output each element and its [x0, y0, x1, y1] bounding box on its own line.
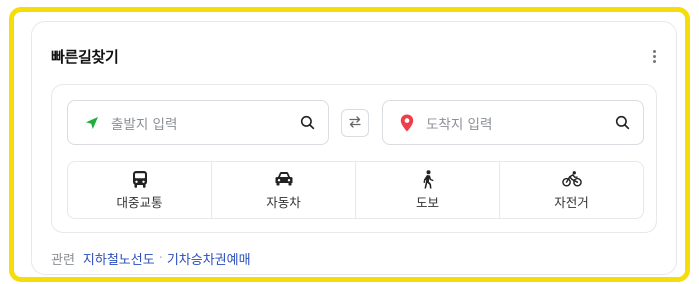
- more-options-icon[interactable]: [646, 46, 662, 66]
- subway-map-link[interactable]: 지하철노선도: [83, 249, 155, 268]
- mode-label: 자전거: [554, 195, 589, 210]
- mode-label: 자동차: [266, 195, 301, 210]
- mode-transit[interactable]: 대중교통: [68, 162, 212, 218]
- start-arrow-icon: [83, 114, 101, 132]
- more-dot: [652, 49, 656, 53]
- route-search-panel: 출발지 입력 도착지 입력 대중교통 자동차 도보 자전거: [51, 84, 657, 233]
- mode-car[interactable]: 자동차: [212, 162, 356, 218]
- link-separator: ·: [158, 251, 163, 266]
- start-input[interactable]: 출발지 입력: [67, 100, 329, 145]
- swap-button[interactable]: [341, 109, 369, 137]
- directions-card: 빠른길찾기 출발지 입력 도착지 입력 대중교통 자동차 도보 자전거 관련 지…: [31, 21, 677, 275]
- swap-arrows-icon: [348, 114, 362, 133]
- destination-pin-icon: [398, 114, 416, 132]
- more-dot: [652, 54, 656, 58]
- start-placeholder: 출발지 입력: [111, 116, 178, 133]
- start-search-icon[interactable]: [298, 114, 316, 132]
- car-icon: [274, 169, 294, 189]
- train-ticket-link[interactable]: 기차승차권예매: [167, 249, 251, 268]
- bike-icon: [561, 169, 582, 189]
- destination-placeholder: 도착지 입력: [426, 116, 493, 133]
- destination-input[interactable]: 도착지 입력: [382, 100, 644, 145]
- widget-title: 빠른길찾기: [51, 48, 119, 66]
- related-links: 관련 지하철노선도 · 기차승차권예매: [51, 249, 251, 268]
- more-dot: [652, 59, 656, 63]
- walk-icon: [418, 169, 438, 189]
- mode-walk[interactable]: 도보: [356, 162, 500, 218]
- highlight-frame: 빠른길찾기 출발지 입력 도착지 입력 대중교통 자동차 도보 자전거 관련 지…: [9, 7, 690, 282]
- destination-search-icon[interactable]: [613, 114, 631, 132]
- bus-icon: [130, 169, 150, 189]
- mode-label: 도보: [415, 195, 439, 210]
- related-prefix: 관련: [51, 253, 75, 268]
- mode-bike[interactable]: 자전거: [500, 162, 643, 218]
- transport-mode-tabs: 대중교통 자동차 도보 자전거: [67, 161, 644, 219]
- mode-label: 대중교통: [116, 195, 163, 210]
